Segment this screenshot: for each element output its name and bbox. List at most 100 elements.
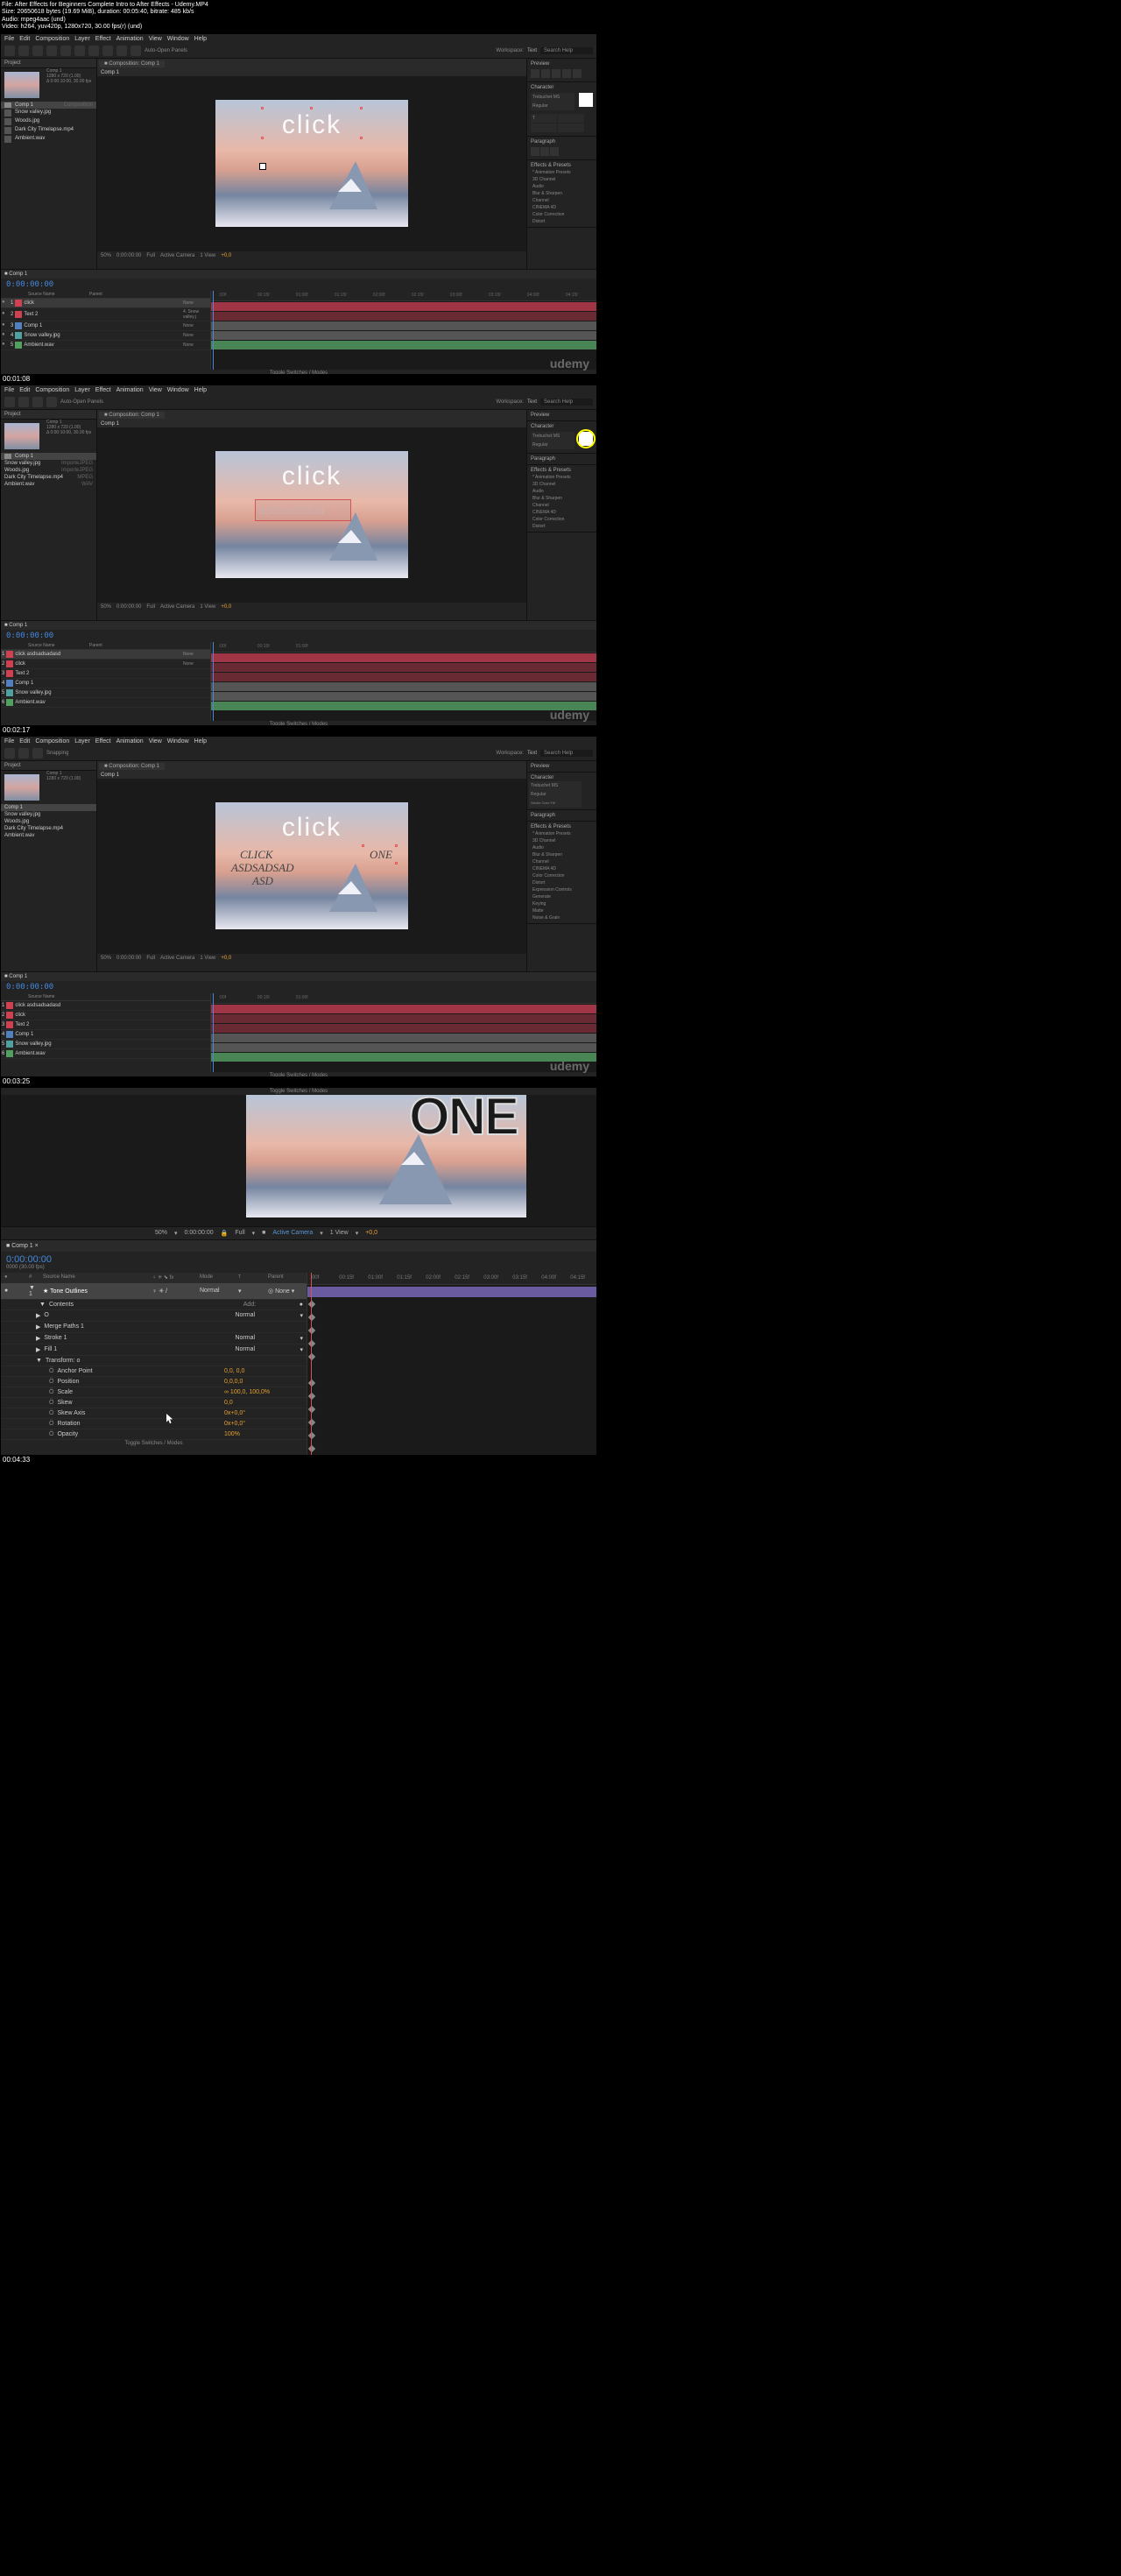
prop-merge[interactable]: ▶Merge Paths 1 xyxy=(1,1322,307,1333)
fill-color-swatch[interactable] xyxy=(579,93,593,107)
timeline-tab[interactable]: ■ Comp 1 xyxy=(4,623,27,628)
time-ruler[interactable]: :00f 00:15f 01:00f 01:15f 02:00f 02:15f … xyxy=(307,1273,596,1285)
layer-row[interactable]: 5Snow valley.jpg xyxy=(1,1040,210,1049)
preview-panel-title[interactable]: Preview xyxy=(529,60,595,67)
project-item[interactable]: Ambient.wav xyxy=(1,832,96,839)
project-item-snow[interactable]: Snow valley.jpgImporteJPEG xyxy=(1,460,96,467)
next-frame-button[interactable] xyxy=(562,69,571,78)
timecode-display[interactable]: 0:00:00:00 xyxy=(116,604,141,610)
font-style[interactable]: Regular xyxy=(531,441,575,449)
effect-3dchannel[interactable]: 3D Channel xyxy=(529,481,595,488)
menu-composition[interactable]: Composition xyxy=(35,387,69,393)
project-panel-header[interactable]: Project xyxy=(1,410,96,420)
project-item-ambient[interactable]: Ambient.wavWAV xyxy=(1,481,96,488)
layer-row-ambient[interactable]: ● 5 Ambient.wav None xyxy=(1,341,210,350)
camera-tool-icon[interactable] xyxy=(60,46,71,56)
playhead[interactable] xyxy=(213,642,214,721)
text-handle[interactable] xyxy=(395,844,398,847)
keyframe[interactable] xyxy=(308,1431,315,1438)
prop-transform[interactable]: ▼Transform: o xyxy=(1,1356,307,1366)
align-center-button[interactable] xyxy=(540,147,549,156)
menu-help[interactable]: Help xyxy=(194,387,207,393)
project-item-woods[interactable]: Woods.jpg xyxy=(1,117,96,126)
zoom-value[interactable]: 50% xyxy=(101,253,111,258)
selection-tool-icon[interactable] xyxy=(4,748,15,759)
effects-panel-title[interactable]: Effects & Presets xyxy=(529,162,595,169)
resolution[interactable]: Full xyxy=(146,604,155,610)
leading[interactable] xyxy=(558,114,584,123)
menu-animation[interactable]: Animation xyxy=(116,738,144,745)
timecode[interactable]: 0:00:00:00 xyxy=(1,279,596,291)
keyframe[interactable] xyxy=(308,1418,315,1425)
layer-row-comp1[interactable]: ● 3 Comp 1 None xyxy=(1,321,210,331)
paragraph-panel-title[interactable]: Paragraph xyxy=(529,455,595,462)
time-ruler[interactable]: :00f 00:15f 01:00f 01:15f 02:00f 02:15f … xyxy=(211,291,596,301)
zoom-tool-icon[interactable] xyxy=(32,397,43,407)
track-bar[interactable] xyxy=(211,653,596,662)
comp-tab[interactable]: ■ Composition: Comp 1 xyxy=(99,412,165,419)
align-right-button[interactable] xyxy=(550,147,559,156)
toggle-switches[interactable]: Toggle Switches / Modes xyxy=(1,1440,307,1447)
timecode-display[interactable]: 0:00:00:00 xyxy=(185,1230,214,1236)
keyframe[interactable] xyxy=(308,1326,315,1333)
effect-channel[interactable]: Channel xyxy=(529,197,595,204)
visibility-icon[interactable]: ● xyxy=(2,322,9,329)
comp-tab[interactable]: ■ Composition: Comp 1 xyxy=(99,763,165,770)
parent-col[interactable]: Parent xyxy=(89,292,133,297)
rotate-tool-icon[interactable] xyxy=(46,46,57,56)
menu-composition[interactable]: Composition xyxy=(35,36,69,42)
effect-audio[interactable]: Audio xyxy=(529,183,595,190)
font-style[interactable]: Regular xyxy=(531,102,575,110)
menu-window[interactable]: Window xyxy=(167,738,189,745)
menu-effect[interactable]: Effect xyxy=(95,738,111,745)
project-item[interactable]: Comp 1 xyxy=(1,804,96,811)
pan-behind-tool-icon[interactable] xyxy=(74,46,85,56)
keyframe[interactable] xyxy=(308,1405,315,1412)
menu-effect[interactable]: Effect xyxy=(95,36,111,42)
comp-canvas[interactable]: click CLICK ASDSADSAD ASD ONE xyxy=(215,802,408,929)
effect-distort[interactable]: Distort xyxy=(529,218,595,225)
track-bar-2[interactable] xyxy=(211,312,596,321)
effect-colorcorr[interactable]: Color Correction xyxy=(529,211,595,218)
effects-panel-title[interactable]: Effects & Presets xyxy=(529,467,595,474)
keyframe[interactable] xyxy=(308,1339,315,1346)
selection-tool-icon[interactable] xyxy=(4,46,15,56)
workspace-value[interactable]: Text xyxy=(527,48,537,53)
visibility-icon[interactable]: ● xyxy=(2,332,9,339)
prev-frame-button[interactable] xyxy=(541,69,550,78)
menu-edit[interactable]: Edit xyxy=(19,738,30,745)
text-handle[interactable] xyxy=(360,137,363,139)
menu-file[interactable]: File xyxy=(4,738,14,745)
layer-row[interactable]: 2 click None xyxy=(1,660,210,669)
keyframe[interactable] xyxy=(308,1392,315,1399)
prop-contents[interactable]: ▼ Contents Add: ● xyxy=(1,1300,307,1310)
project-item-woods[interactable]: Woods.jpgImporteJPEG xyxy=(1,467,96,474)
font-family[interactable]: Trebuchet MS xyxy=(531,432,575,441)
effect-audio[interactable]: Audio xyxy=(529,488,595,495)
layer-row[interactable]: 6Ambient.wav xyxy=(1,1049,210,1059)
prop-scale[interactable]: ÖScale ∞ 100,0, 100,0% xyxy=(1,1387,307,1398)
menu-layer[interactable]: Layer xyxy=(74,387,90,393)
font-size[interactable]: T xyxy=(531,114,557,123)
kerning[interactable] xyxy=(531,124,557,132)
layer-row[interactable]: 5 Snow valley.jpg xyxy=(1,688,210,698)
track-bar-3[interactable] xyxy=(211,321,596,330)
text-handle[interactable] xyxy=(360,107,363,109)
layer-row[interactable]: 3 Text 2 xyxy=(1,669,210,679)
comp-canvas[interactable]: click xyxy=(215,100,408,227)
keyframe[interactable] xyxy=(308,1313,315,1320)
align-left-button[interactable] xyxy=(531,147,539,156)
first-frame-button[interactable] xyxy=(531,69,539,78)
resolution[interactable]: Full xyxy=(146,253,155,258)
view-count[interactable]: 1 View xyxy=(330,1230,349,1236)
frame4-viewport[interactable]: ONE xyxy=(211,1095,596,1226)
project-item[interactable]: Dark City Timelapse.mp4 xyxy=(1,825,96,832)
text-handle[interactable] xyxy=(261,137,264,139)
camera-view[interactable]: Active Camera xyxy=(160,604,194,610)
timecode-display[interactable]: 0:00:00:00 xyxy=(116,253,141,258)
preview-panel-title[interactable]: Preview xyxy=(529,412,595,419)
layer-row[interactable]: 1click asdsadsadasd xyxy=(1,1001,210,1011)
workspace-value[interactable]: Text xyxy=(527,399,537,405)
menu-edit[interactable]: Edit xyxy=(19,36,30,42)
visibility-icon[interactable]: ● xyxy=(2,311,9,318)
